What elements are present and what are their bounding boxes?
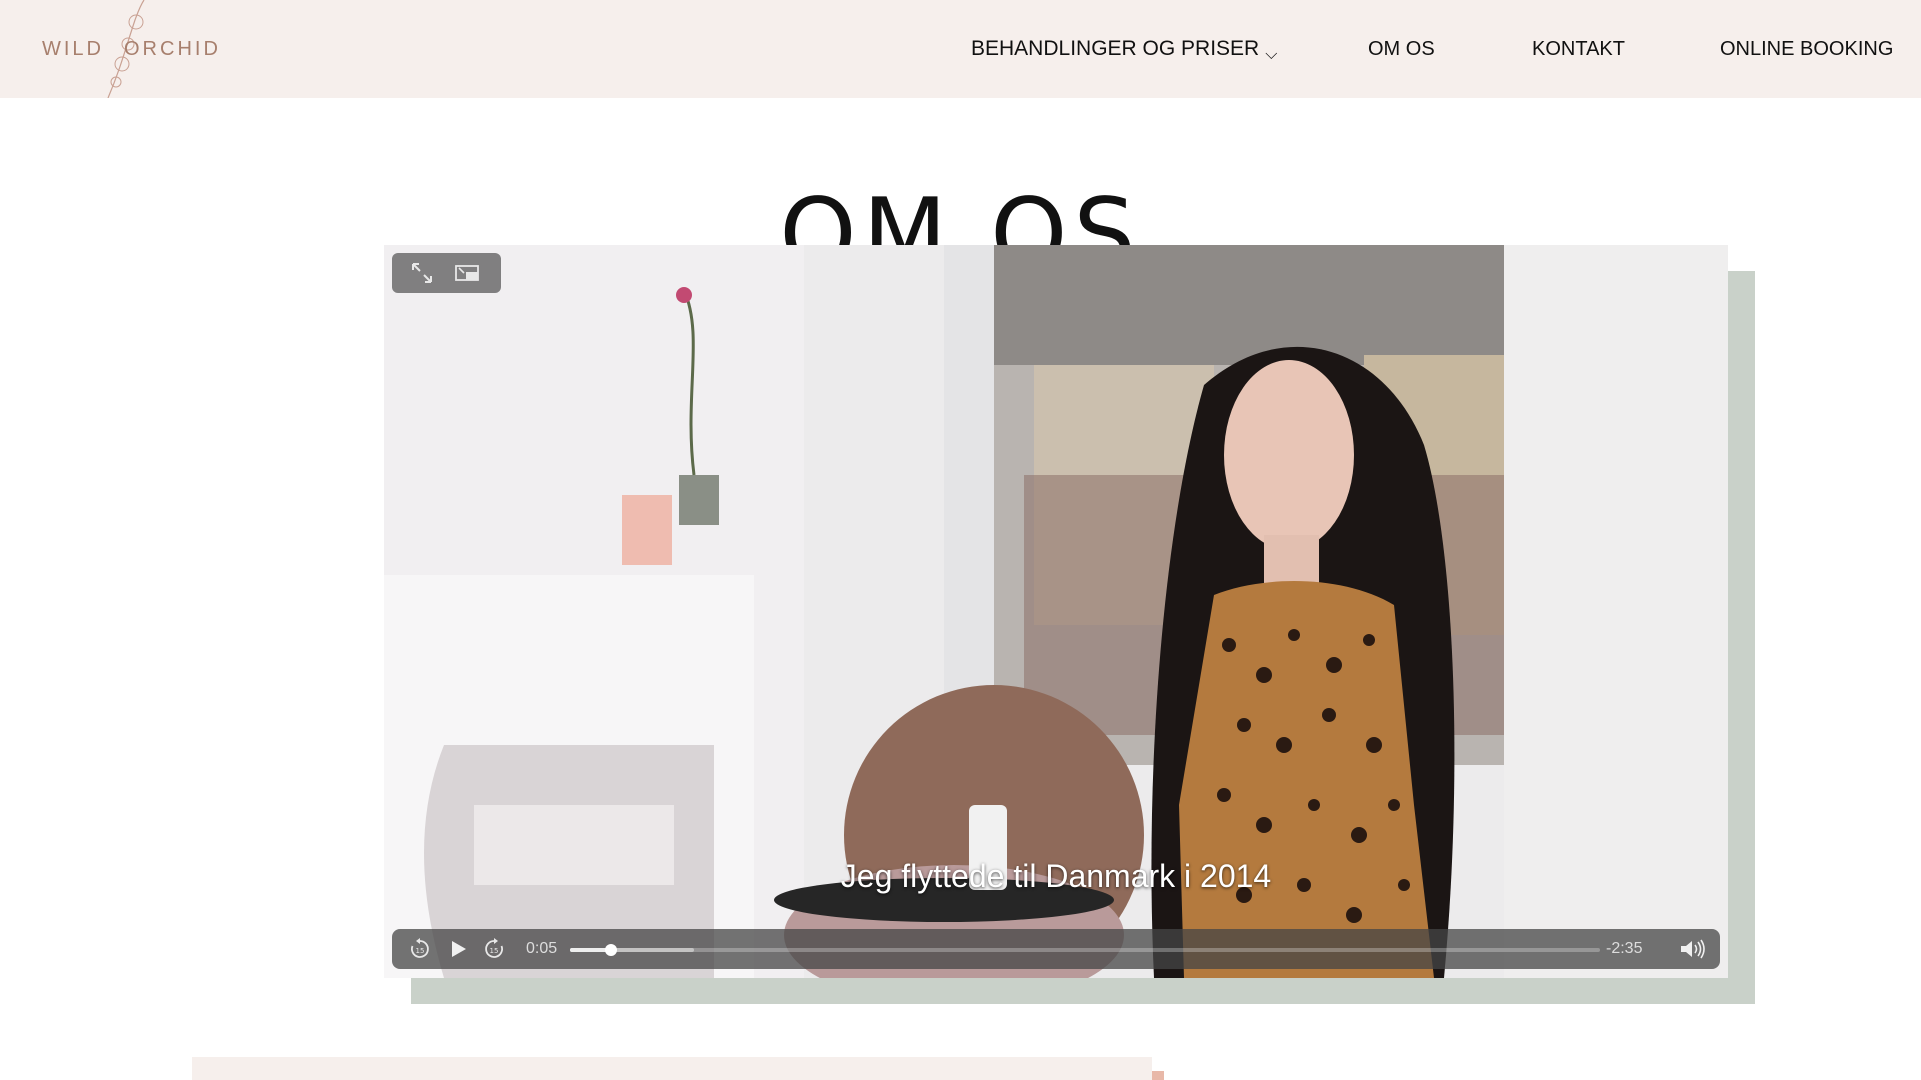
video-controlbar: 15 15 0:05 -2:35 — [392, 929, 1720, 969]
nav-kontakt[interactable]: KONTAKT — [1532, 38, 1625, 61]
skip-back-15-icon[interactable]: 15 — [408, 937, 432, 961]
logo-text: WILD ORCHID — [42, 38, 221, 61]
nav-label: BEHANDLINGER OG PRISER — [971, 37, 1260, 60]
next-section-strip — [192, 1057, 1152, 1080]
elapsed-time: 0:05 — [526, 940, 558, 957]
accent-block — [1152, 1071, 1164, 1080]
fullscreen-icon[interactable] — [410, 261, 434, 285]
progress-track[interactable] — [570, 944, 1600, 956]
logo-word-orchid: ORCHID — [124, 38, 221, 60]
nav-behandlinger-og-priser[interactable]: BEHANDLINGER OG PRISER ⌵ — [971, 37, 1278, 63]
skip-forward-15-icon[interactable]: 15 — [482, 937, 506, 961]
video-player[interactable]: Jeg flyttede til Danmark i 2014 15 15 0:… — [384, 245, 1728, 978]
logo-word-wild: WILD — [42, 38, 104, 60]
progress-knob[interactable] — [605, 944, 618, 956]
remaining-time: -2:35 — [1606, 940, 1643, 957]
video-caption: Jeg flyttede til Danmark i 2014 — [840, 858, 1272, 894]
wild-orchid-logo[interactable]: WILD ORCHID — [30, 0, 220, 98]
svg-text:15: 15 — [416, 947, 425, 955]
volume-icon[interactable] — [1678, 937, 1705, 961]
nav-online-booking[interactable]: ONLINE BOOKING — [1720, 38, 1893, 61]
play-icon[interactable] — [446, 937, 470, 961]
video-top-controls — [392, 253, 501, 293]
picture-in-picture-icon[interactable] — [454, 261, 479, 285]
svg-text:15: 15 — [490, 947, 499, 955]
chevron-down-icon: ⌵ — [1265, 46, 1278, 63]
nav-om-os[interactable]: OM OS — [1368, 38, 1435, 61]
site-header: WILD ORCHID BEHANDLINGER OG PRISER ⌵ OM OS… — [0, 0, 1921, 98]
